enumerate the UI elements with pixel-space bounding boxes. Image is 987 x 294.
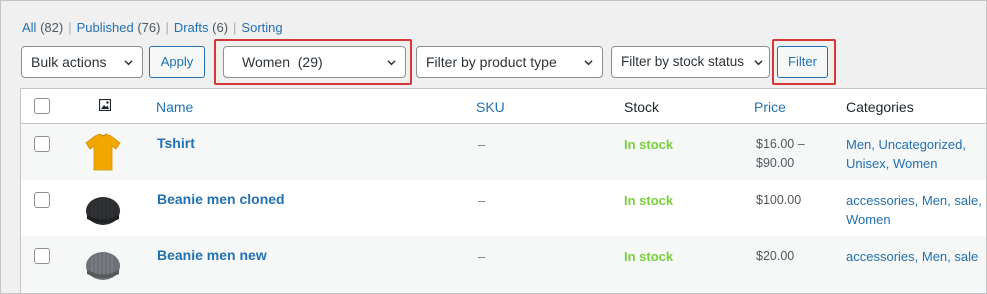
status-link-sorting[interactable]: Sorting [241,20,282,35]
product-type-filter-label: Filter by product type [426,54,557,70]
column-header-name[interactable]: Name [156,98,193,117]
select-all-checkbox[interactable] [34,98,50,114]
product-name-link[interactable]: Tshirt [157,134,195,153]
table-header: Name SKU Stock Price Categories [21,89,987,124]
stock-status: In stock [624,137,674,152]
price-value: $100.00 [756,193,802,207]
categories-links[interactable]: accessories, Men, sale [846,247,978,266]
price-value: $20.00 [756,249,795,263]
table-row: Beanie men cloned – In stock $100.00 acc… [21,180,987,236]
separator: | [233,20,237,35]
separator: | [165,20,169,35]
beanie-dark-thumbnail[interactable] [83,189,123,229]
chevron-down-icon [124,60,133,66]
products-table: Name SKU Stock Price Categories Tshirt –… [20,88,987,294]
row-checkbox[interactable] [34,192,50,208]
stock-status: In stock [624,249,674,264]
status-filter-links: All (82) | Published (76) | Drafts (6) | Sorti… [22,20,283,35]
price-value: $16.00 – $90.00 [756,137,805,170]
status-link-drafts[interactable]: Drafts (6) [174,20,228,35]
product-name-link[interactable]: Beanie men cloned [157,190,285,209]
bulk-actions-select[interactable]: Bulk actions [21,46,143,78]
column-header-stock: Stock [624,99,660,115]
sku-value: – [478,137,486,152]
filter-button[interactable]: Filter [777,46,828,78]
table-row: Beanie men new – In stock $20.00 accesso… [21,236,987,294]
chevron-down-icon [754,60,763,66]
row-checkbox[interactable] [34,248,50,264]
column-header-price[interactable]: Price [754,98,786,117]
product-type-filter-select[interactable]: Filter by product type [416,46,603,78]
image-icon [99,99,111,111]
status-link-all[interactable]: All (82) [22,20,63,35]
column-header-categories: Categories [846,99,914,115]
categories-links[interactable]: accessories, Men, sale, Women [846,191,982,229]
stock-status-filter-select[interactable]: Filter by stock status [611,46,770,78]
column-header-sku[interactable]: SKU [476,98,505,117]
stock-status-filter-label: Filter by stock status [621,54,745,69]
table-row: Tshirt – In stock $16.00 – $90.00 Men, U… [21,124,987,180]
category-filter-value: Women (29) [242,54,323,70]
tshirt-thumbnail[interactable] [83,132,123,172]
categories-links[interactable]: Men, Uncategorized, Unisex, Women [846,135,966,173]
row-checkbox[interactable] [34,136,50,152]
chevron-down-icon [387,60,396,66]
stock-status: In stock [624,193,674,208]
apply-button[interactable]: Apply [149,46,205,78]
chevron-down-icon [584,60,593,66]
separator: | [68,20,72,35]
sku-value: – [478,193,486,208]
category-filter-select[interactable]: Women (29) [223,46,406,78]
product-name-link[interactable]: Beanie men new [157,246,267,265]
sku-value: – [478,249,486,264]
beanie-gray-thumbnail[interactable] [83,244,123,284]
status-link-published[interactable]: Published (76) [77,20,161,35]
bulk-actions-label: Bulk actions [31,54,107,70]
